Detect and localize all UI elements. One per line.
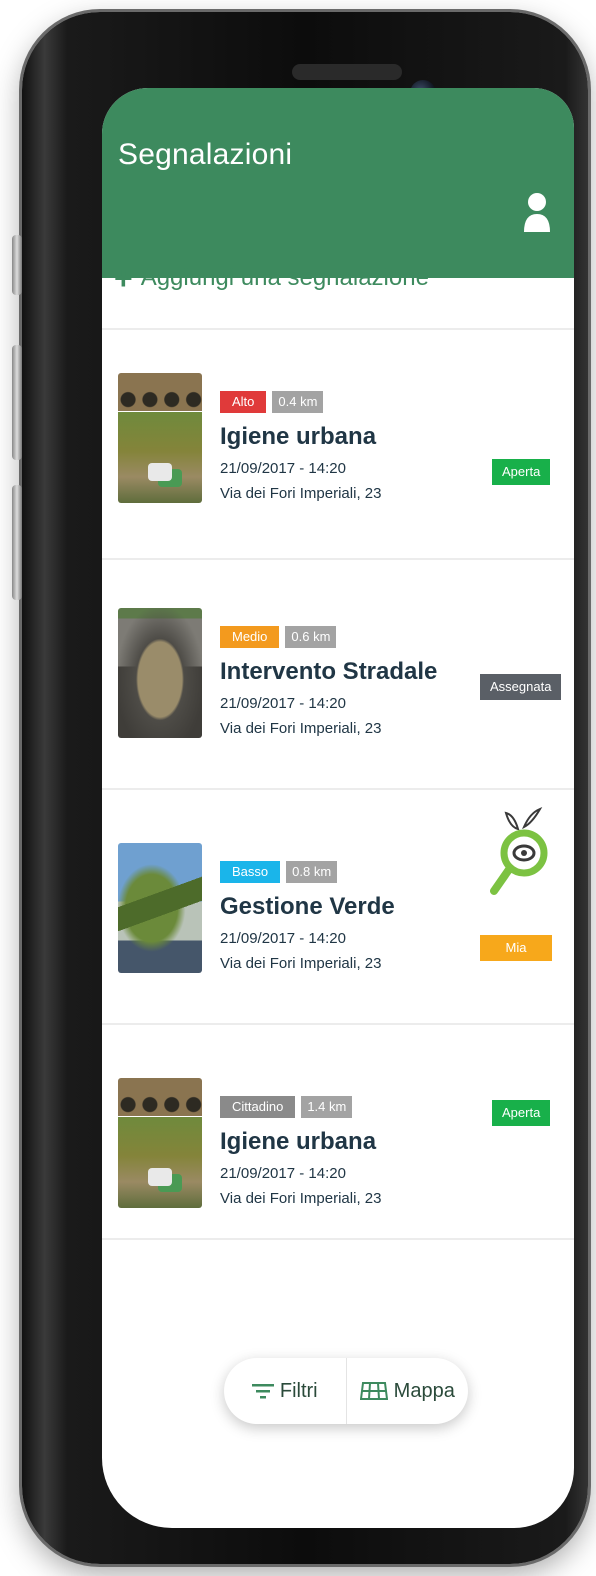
add-report-button[interactable]: + Aggiungi una segnalazione [114,258,429,298]
user-icon[interactable] [522,192,552,232]
divider [102,788,574,790]
bottom-segmented-control: Filtri Mappa [224,1358,468,1424]
status-badge: Assegnata [480,674,562,700]
plus-icon: + [114,260,133,296]
speaker-grille [292,64,402,80]
report-datetime: 21/09/2017 - 14:20 [220,930,346,947]
report-photo [118,373,202,503]
map-icon [359,1382,388,1400]
report-address: Via dei Fori Imperiali, 23 [220,1190,382,1207]
app-screen: Segnalazioni + Aggiungi una segnalazione… [102,88,574,1528]
report-photo [118,843,202,973]
filters-label: Filtri [279,1379,318,1402]
report-tags: Alto 0.4 km [220,391,324,413]
priority-badge: Cittadino [220,1096,296,1118]
map-button[interactable]: Mappa [345,1358,469,1424]
status-badge: Mia [480,935,552,961]
map-label: Mappa [393,1379,455,1402]
report-title: Intervento Stradale [220,658,438,685]
distance-badge: 0.4 km [272,391,324,413]
device-mockup: Segnalazioni + Aggiungi una segnalazione… [0,0,596,1576]
report-datetime: 21/09/2017 - 14:20 [220,460,346,477]
divider [102,328,574,330]
volume-up-button [12,345,22,460]
report-datetime: 21/09/2017 - 14:20 [220,1165,346,1182]
report-item[interactable]: Medio 0.6 km Intervento Stradale 21/09/2… [102,608,574,758]
filters-button[interactable]: Filtri [224,1358,346,1424]
report-item[interactable]: Cittadino 1.4 km Igiene urbana 21/09/201… [102,1078,574,1228]
magnifier-eye-icon [490,807,548,895]
report-photo [118,608,202,738]
mute-switch [12,235,22,295]
report-tags: Medio 0.6 km [220,626,337,648]
report-datetime: 21/09/2017 - 14:20 [220,695,346,712]
distance-badge: 0.8 km [286,861,338,883]
volume-down-button [12,485,22,600]
divider [102,558,574,560]
status-badge: Aperta [492,1100,551,1126]
report-address: Via dei Fori Imperiali, 23 [220,720,382,737]
report-title: Igiene urbana [220,423,377,450]
app-header: Segnalazioni [102,88,574,278]
priority-badge: Basso [220,861,281,883]
divider [102,1023,574,1025]
report-address: Via dei Fori Imperiali, 23 [220,485,382,502]
page-title: Segnalazioni [118,138,293,171]
report-tags: Cittadino 1.4 km [220,1096,353,1118]
filter-icon [251,1384,274,1399]
report-item[interactable]: Alto 0.4 km Igiene urbana 21/09/2017 - 1… [102,373,574,523]
report-tags: Basso 0.8 km [220,861,338,883]
priority-badge: Alto [220,391,267,413]
distance-badge: 1.4 km [301,1096,353,1118]
distance-badge: 0.6 km [285,626,337,648]
report-title: Gestione Verde [220,893,395,920]
status-badge: Aperta [492,459,551,485]
priority-badge: Medio [220,626,280,648]
report-item[interactable]: Basso 0.8 km Gestione Verde 21/09/2017 -… [102,807,574,993]
report-photo [118,1078,202,1208]
report-title: Igiene urbana [220,1128,377,1155]
report-address: Via dei Fori Imperiali, 23 [220,955,382,972]
divider [102,1238,574,1240]
add-report-label: Aggiungi una segnalazione [140,264,429,291]
